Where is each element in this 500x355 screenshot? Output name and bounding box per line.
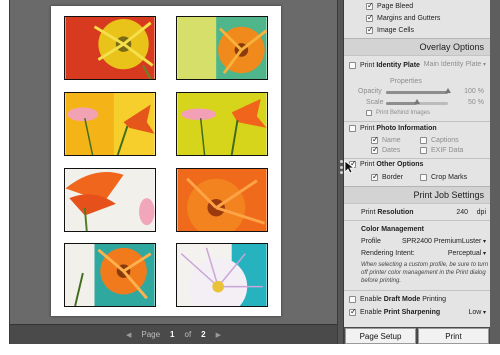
- note-line-2: off printer color management in the Prin…: [361, 270, 486, 276]
- bottom-margin: [0, 344, 500, 355]
- page-label: Page: [141, 330, 161, 339]
- left-margin: [0, 0, 9, 355]
- action-button-bar: Page Setup Print: [344, 327, 490, 344]
- scale-slider-fill: [386, 102, 417, 105]
- image-cells-checkbox[interactable]: [366, 25, 374, 34]
- page-setup-button[interactable]: Page Setup: [345, 328, 416, 344]
- scale-label: Scale: [366, 99, 384, 106]
- profile-label: Profile: [361, 238, 381, 245]
- image-cells-row[interactable]: Image Cells: [344, 25, 490, 34]
- resolution-value[interactable]: 240: [456, 209, 468, 216]
- properties-label: Properties: [390, 78, 422, 85]
- page-bleed-label: Page Bleed: [377, 3, 414, 10]
- opacity-slider-fill: [386, 91, 448, 94]
- of-label: of: [184, 330, 192, 339]
- dates-label: Dates: [382, 147, 401, 154]
- scale-slider-knob[interactable]: [414, 99, 420, 104]
- image-cell-4[interactable]: [176, 92, 268, 156]
- print-page: [51, 6, 281, 316]
- image-cell-7[interactable]: [64, 243, 156, 307]
- exif-checkbox[interactable]: [420, 147, 427, 154]
- border-checkbox[interactable]: [371, 172, 379, 181]
- image-cell-5[interactable]: [64, 168, 156, 232]
- border-label: Border: [382, 174, 404, 181]
- crop-marks-label: Crop Marks: [431, 174, 468, 181]
- color-management-heading: Color Management: [361, 226, 425, 233]
- image-cell-1[interactable]: [64, 16, 156, 80]
- photo-info-label: Print Photo Information: [360, 125, 437, 132]
- print-behind-images-row[interactable]: Print Behind Images: [344, 110, 490, 116]
- previous-page-button[interactable]: ◀: [126, 331, 131, 339]
- opacity-slider[interactable]: [386, 88, 451, 94]
- margins-gutters-label: Margins and Gutters: [377, 15, 441, 22]
- exif-row[interactable]: EXIF Data: [420, 147, 490, 154]
- panel-divider[interactable]: [337, 0, 344, 344]
- identity-plate-dropdown[interactable]: Main Identity Plate: [424, 61, 486, 68]
- separator: [344, 220, 490, 221]
- identity-plate-checkbox[interactable]: [349, 62, 356, 69]
- scale-slider[interactable]: [386, 99, 448, 105]
- note-line-3: before printing.: [361, 278, 402, 284]
- window-edge: [490, 0, 500, 344]
- next-page-button[interactable]: ▶: [216, 331, 221, 339]
- print-job-settings-header[interactable]: Print Job Settings: [344, 186, 490, 204]
- print-sharpening-label: Enable Print Sharpening: [360, 309, 441, 316]
- print-sharpening-checkbox[interactable]: [349, 307, 357, 316]
- name-checkbox[interactable]: [371, 135, 379, 144]
- crop-marks-row[interactable]: Crop Marks: [420, 174, 490, 181]
- captions-row[interactable]: Captions: [420, 137, 490, 144]
- opacity-slider-knob[interactable]: [445, 88, 451, 93]
- name-label: Name: [382, 137, 401, 144]
- image-cell-3[interactable]: [64, 92, 156, 156]
- print-button[interactable]: Print: [418, 328, 489, 344]
- rendering-intent-label: Rendering Intent:: [361, 250, 415, 257]
- separator: [344, 290, 490, 291]
- total-pages: 2: [201, 330, 206, 339]
- separator: [344, 121, 490, 122]
- profile-dropdown[interactable]: SPR2400 PremiumLuster: [402, 238, 486, 245]
- drag-handle-icon[interactable]: [339, 160, 343, 174]
- margins-gutters-row[interactable]: Margins and Gutters: [344, 13, 490, 22]
- print-resolution-label: Print Resolution: [361, 209, 414, 216]
- image-cell-2[interactable]: [176, 16, 268, 80]
- separator: [344, 158, 490, 159]
- overlay-options-header[interactable]: Overlay Options: [344, 38, 490, 56]
- draft-mode-label: Enable Draft Mode Printing: [360, 296, 446, 303]
- page-bleed-checkbox[interactable]: [366, 1, 374, 10]
- captions-label: Captions: [431, 137, 459, 144]
- scale-value[interactable]: 50 %: [468, 99, 484, 106]
- rendering-intent-dropdown[interactable]: Perceptual: [448, 250, 486, 257]
- print-preview-area: [10, 0, 337, 324]
- current-page: 1: [170, 330, 175, 339]
- image-cell-8[interactable]: [176, 243, 268, 307]
- other-options-row[interactable]: Print Other Options: [344, 159, 490, 168]
- image-cells-label: Image Cells: [377, 27, 414, 34]
- dates-checkbox[interactable]: [371, 145, 379, 154]
- opacity-value[interactable]: 100 %: [464, 88, 484, 95]
- crop-marks-checkbox[interactable]: [420, 174, 427, 181]
- margins-gutters-checkbox[interactable]: [366, 13, 374, 22]
- draft-mode-checkbox[interactable]: [349, 296, 356, 303]
- resolution-unit: dpi: [476, 209, 486, 216]
- exif-label: EXIF Data: [431, 147, 464, 154]
- photo-info-checkbox[interactable]: [349, 125, 356, 132]
- page-navigator: ◀ Page 1 of 2 ▶: [10, 324, 337, 344]
- image-cell-6[interactable]: [176, 168, 268, 232]
- photo-info-row[interactable]: Print Photo Information: [344, 125, 490, 132]
- right-settings-panel: Page Bleed Margins and Gutters Image Cel…: [344, 0, 490, 344]
- print-behind-images-checkbox[interactable]: [366, 110, 372, 116]
- other-options-label: Print Other Options: [360, 161, 424, 168]
- opacity-label: Opacity: [358, 88, 382, 95]
- captions-checkbox[interactable]: [420, 137, 427, 144]
- draft-mode-row[interactable]: Enable Draft Mode Printing: [344, 296, 490, 303]
- note-line-1: When selecting a custom profile, be sure…: [361, 262, 489, 268]
- sharpening-dropdown[interactable]: Low: [468, 309, 486, 316]
- print-behind-images-label: Print Behind Images: [376, 110, 431, 116]
- identity-plate-label: Print Identity Plate: [360, 62, 420, 69]
- page-bleed-row[interactable]: Page Bleed: [344, 1, 490, 10]
- mouse-pointer-icon: [344, 160, 354, 174]
